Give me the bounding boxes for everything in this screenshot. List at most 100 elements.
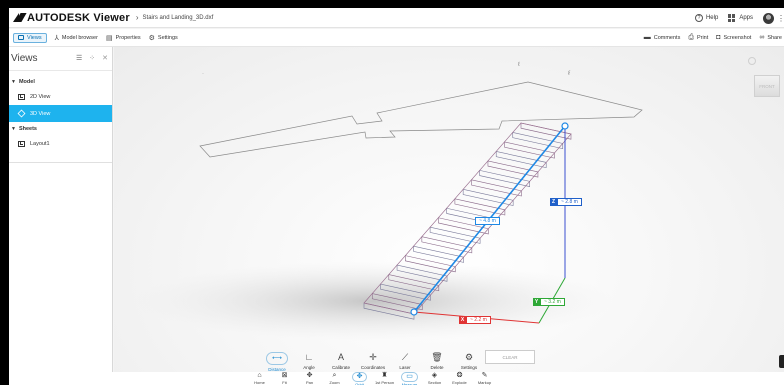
distance-label[interactable]: ~ 4.8 m (475, 217, 500, 225)
y-label[interactable]: Y ~ 3.2 m (533, 298, 565, 306)
viewer-app: AUTODESK Viewer › Stairs and Landing_3D.… (9, 8, 784, 385)
nav-tool-label: Zoom (329, 380, 340, 385)
avatar (763, 12, 774, 24)
nav-tool-label: 1st Person (374, 380, 395, 385)
viewcube[interactable]: FRONT (754, 75, 780, 97)
help-button[interactable]: ? Help (694, 14, 718, 22)
grid-view-icon[interactable]: ⁘ (89, 54, 95, 62)
top-bar: AUTODESK Viewer › Stairs and Landing_3D.… (9, 8, 784, 28)
stair-step (512, 132, 564, 150)
brand-name: AUTODESK Viewer (27, 11, 130, 24)
z-label[interactable]: Z ~ 2.8 m (550, 198, 582, 206)
nav-tool-explode[interactable]: ❂ Explode (447, 372, 472, 385)
fit-icon: ⊠ (281, 372, 288, 379)
nav-tool-markup[interactable]: ✎ Markup (472, 372, 497, 385)
section-icon: ◈ (431, 372, 438, 379)
autodesk-logo-icon (13, 13, 24, 22)
pan-icon: ✥ (306, 372, 313, 379)
scene-mark: ℓ (518, 61, 520, 68)
coordinates-icon: ✛ (369, 352, 377, 362)
comment-icon: ▬ (643, 34, 651, 41)
measure-tool-distance[interactable]: ⟷ Distance (261, 352, 293, 372)
stair-step (454, 198, 506, 216)
properties-tab[interactable]: ▤ Properties (106, 34, 141, 42)
share-button[interactable]: ∞ Share (759, 34, 782, 41)
screenshot-button[interactable]: ◘ Screenshot (716, 34, 751, 41)
view-item-layout1[interactable]: Layout1 (9, 135, 112, 152)
nav-tool-first-person[interactable]: ♜ 1st Person (372, 372, 397, 385)
section-sheets-label: Sheets (18, 125, 37, 132)
model-browser-label: Model browser (61, 34, 98, 41)
z-axis-badge: Z (550, 198, 557, 206)
nav-tool-pan[interactable]: ✥ Pan (297, 372, 322, 385)
nav-tool-fit[interactable]: ⊠ Fit (272, 372, 297, 385)
account-menu[interactable]: ⋮ (763, 12, 784, 24)
hierarchy-icon: ⅄ (54, 34, 59, 42)
close-icon[interactable]: ✕ (102, 54, 108, 62)
markup-icon: ✎ (481, 372, 488, 379)
scene-mark: · (202, 71, 204, 77)
nav-tool-orbit[interactable]: ✥ Orbit (347, 372, 372, 385)
views-panel-header: Views ☰ ⁘ ✕ (9, 47, 112, 71)
measure-tool-label: Coordinates (360, 365, 386, 370)
autodesk-logo[interactable]: AUTODESK Viewer (13, 12, 130, 24)
nav-tool-label: Markup (477, 380, 492, 385)
clear-button[interactable]: CLEAR (485, 350, 535, 364)
apps-button[interactable]: Apps (728, 14, 753, 22)
nav-tool-label: Fit (282, 380, 287, 385)
section-sheets[interactable]: ▼ Sheets (9, 122, 112, 135)
settings-label: Settings (157, 34, 178, 41)
3d-viewport[interactable]: · ℓ ẜ ~ 4.8 m Z ~ 2.8 m Y ~ 3.2 m X ~ 2.… (114, 47, 784, 385)
measure-tool-laser[interactable]: ⟋ Laser (389, 352, 421, 372)
home-view-icon[interactable] (748, 57, 756, 65)
nav-tool-label: Explode (452, 380, 467, 385)
apps-grid-icon (728, 14, 736, 22)
section-model[interactable]: ▼ Model (9, 75, 112, 88)
view-item-label: 2D View (30, 93, 51, 100)
x-value: ~ 2.2 m (466, 316, 491, 324)
distance-icon: ⟷ (265, 352, 289, 365)
stair-step (504, 141, 555, 159)
views-panel: Views ☰ ⁘ ✕ ▼ Model 2D View 3D View ▼ Sh… (9, 47, 113, 385)
views-tab-label: Views (27, 34, 42, 41)
settings-tab[interactable]: ⚙ Settings (149, 34, 178, 42)
measure-tool-settings[interactable]: ⚙ Settings (453, 352, 485, 372)
view-item-2d[interactable]: 2D View (9, 88, 112, 105)
nav-tool-zoom[interactable]: ⌕ Zoom (322, 372, 347, 385)
model-browser-tab[interactable]: ⅄ Model browser (55, 34, 98, 42)
printer-icon: ⎙ (688, 33, 694, 41)
explode-icon: ❂ (456, 372, 463, 379)
views-tab[interactable]: Views (13, 32, 47, 43)
share-label: Share (767, 34, 782, 41)
measure-point-end[interactable] (561, 122, 569, 130)
x-axis-badge: X (459, 316, 466, 324)
panel-toggle-button[interactable] (779, 355, 784, 368)
print-button[interactable]: ⎙ Print (688, 34, 708, 42)
view-item-label: Layout1 (30, 140, 50, 147)
apps-label: Apps (739, 15, 753, 21)
settings-icon: ⚙ (464, 352, 474, 362)
view-item-label: 3D View (30, 110, 51, 117)
view-item-3d[interactable]: 3D View (9, 105, 112, 122)
nav-tool-home[interactable]: ⌂ Home (247, 372, 272, 385)
measure-tool-coordinates[interactable]: ✛ Coordinates (357, 352, 389, 372)
angle-icon: ∟ (304, 352, 314, 362)
panel-title: Views (11, 53, 38, 64)
measure-tool-label: Laser (399, 365, 411, 370)
x-label[interactable]: X ~ 2.2 m (459, 316, 491, 324)
comments-button[interactable]: ▬ Comments (644, 34, 681, 41)
y-axis-badge: Y (533, 298, 540, 306)
scene-mark: ẜ (568, 70, 571, 77)
nav-tool-section[interactable]: ◈ Section (422, 372, 447, 385)
nav-tool-measure[interactable]: ▭ Measure (397, 372, 422, 385)
comments-label: Comments (653, 34, 681, 41)
delete-icon: 🗑 (431, 352, 443, 362)
y-value: ~ 3.2 m (540, 298, 565, 306)
list-view-icon[interactable]: ☰ (76, 54, 82, 62)
measure-tool-delete[interactable]: 🗑 Delete (421, 352, 453, 372)
nav-tool-label: Pan (305, 380, 314, 385)
measure-tool-angle[interactable]: ∟ Angle (293, 352, 325, 372)
measure-point-start[interactable] (410, 308, 418, 316)
link-icon: ∞ (759, 34, 765, 41)
measure-tool-calibrate[interactable]: A Calibrate (325, 352, 357, 372)
